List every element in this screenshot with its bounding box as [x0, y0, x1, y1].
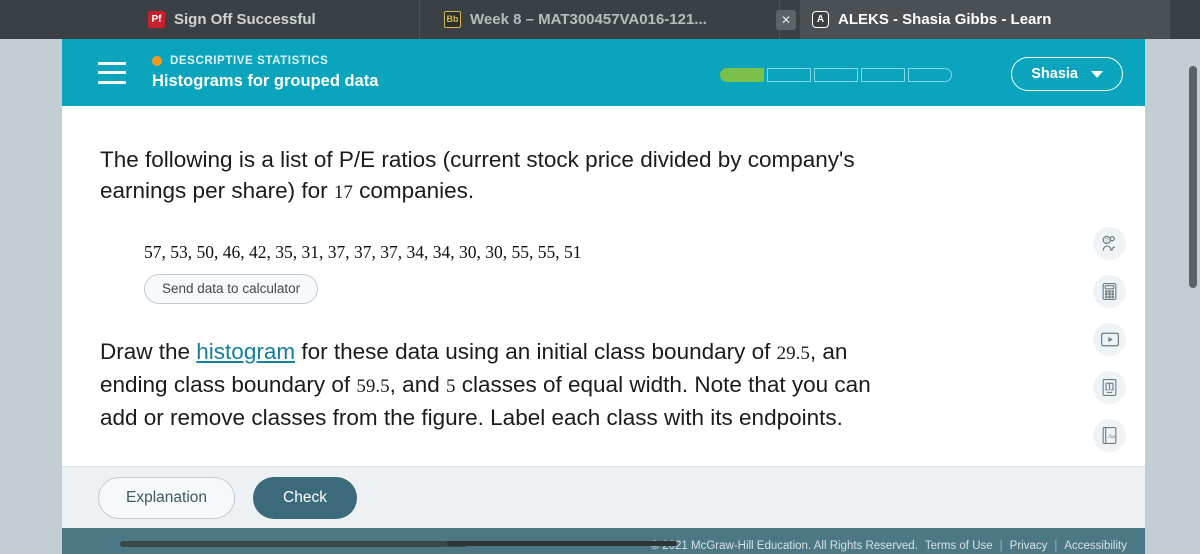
- aleks-app-window: DESCRIPTIVE STATISTICS Histograms for gr…: [62, 39, 1145, 537]
- topic-dot-icon: [152, 55, 162, 66]
- tool-rail: ? Aa: [1093, 227, 1126, 452]
- blackboard-icon: Bb: [444, 11, 461, 28]
- user-menu-button[interactable]: Shasia: [1011, 57, 1123, 91]
- calculator-icon[interactable]: [1093, 275, 1126, 308]
- question-paragraph-2: Draw the histogram for these data using …: [100, 336, 910, 433]
- question-paragraph-1: The following is a list of P/E ratios (c…: [100, 144, 910, 208]
- send-data-to-calculator-button[interactable]: Send data to calculator: [144, 274, 319, 304]
- horizontal-scrollbar-secondary[interactable]: [447, 541, 677, 546]
- svg-text:Aa: Aa: [1108, 434, 1115, 440]
- footer-separator-1: |: [999, 540, 1003, 552]
- browser-tab-1[interactable]: Pf Sign Off Successful: [0, 0, 420, 39]
- footer-link-terms[interactable]: Terms of Use: [925, 540, 993, 552]
- browser-tab-2-title: Week 8 – MAT300457VA016-121...: [470, 11, 707, 28]
- question-paragraph-2-text-b: for these data using an initial class bo…: [295, 339, 777, 364]
- glossary-icon[interactable]: Aa: [1093, 419, 1126, 452]
- progress-segment-4: [861, 68, 905, 82]
- progress-segment-2: [767, 68, 811, 82]
- question-paragraph-2-text-a: Draw the: [100, 339, 197, 364]
- progress-segment-5: [908, 68, 952, 82]
- initial-class-boundary: 29.5: [776, 343, 810, 364]
- ending-class-boundary: 59.5: [356, 376, 390, 397]
- browser-tab-3[interactable]: A ALEKS - Shasia Gibbs - Learn: [800, 0, 1170, 39]
- hamburger-icon[interactable]: [98, 61, 126, 84]
- footer-link-accessibility[interactable]: Accessibility: [1064, 540, 1127, 552]
- app-header: DESCRIPTIVE STATISTICS Histograms for gr…: [62, 39, 1145, 106]
- page-title: Histograms for grouped data: [152, 71, 379, 90]
- progress-bar: [720, 68, 952, 82]
- reference-book-icon[interactable]: [1093, 371, 1126, 404]
- histogram-link[interactable]: histogram: [196, 339, 295, 364]
- browser-tab-3-title: ALEKS - Shasia Gibbs - Learn: [838, 11, 1052, 28]
- company-count: 17: [333, 182, 353, 203]
- data-values-list: 57, 53, 50, 46, 42, 35, 31, 37, 37, 37, …: [144, 242, 582, 262]
- question-paragraph-1-text-b: companies.: [352, 178, 475, 203]
- question-area: The following is a list of P/E ratios (c…: [62, 106, 1145, 510]
- browser-tab-strip: Pf Sign Off Successful Bb Week 8 – MAT30…: [0, 0, 1200, 39]
- action-bar: Explanation Check: [62, 466, 1145, 528]
- app-footer-strip: [62, 528, 1145, 537]
- aleks-icon: A: [812, 11, 829, 28]
- page-scrollbar[interactable]: [1189, 66, 1197, 288]
- browser-tab-1-title: Sign Off Successful: [174, 11, 316, 28]
- horizontal-scrollbar[interactable]: [120, 541, 468, 547]
- footer-copyright: © 2021 McGraw-Hill Education. All Rights…: [650, 540, 918, 552]
- check-button[interactable]: Check: [253, 476, 357, 519]
- svg-text:?: ?: [1105, 238, 1108, 244]
- footer-link-privacy[interactable]: Privacy: [1010, 540, 1048, 552]
- ask-tutor-icon[interactable]: ?: [1093, 227, 1126, 260]
- topic-eyebrow: DESCRIPTIVE STATISTICS: [152, 55, 378, 67]
- topic-label: DESCRIPTIVE STATISTICS: [170, 54, 329, 67]
- progress-segment-1: [720, 68, 764, 82]
- pf-icon: Pf: [148, 11, 165, 28]
- question-body: The following is a list of P/E ratios (c…: [62, 144, 1145, 510]
- browser-tab-2-close-icon[interactable]: ✕: [776, 9, 796, 30]
- footer-legal: © 2021 McGraw-Hill Education. All Rights…: [651, 540, 1127, 552]
- question-paragraph-2-text-d: , and: [389, 372, 446, 397]
- browser-tab-2[interactable]: Bb Week 8 – MAT300457VA016-121...: [420, 0, 780, 39]
- header-titles: DESCRIPTIVE STATISTICS Histograms for gr…: [152, 55, 378, 91]
- footer-separator-2: |: [1054, 540, 1058, 552]
- chevron-down-icon: [1091, 70, 1103, 78]
- progress-segment-3: [814, 68, 858, 82]
- tabstrip-spacer: [1170, 0, 1200, 39]
- user-name-label: Shasia: [1031, 66, 1078, 82]
- explanation-button[interactable]: Explanation: [98, 476, 236, 519]
- video-icon[interactable]: [1093, 323, 1126, 356]
- question-paragraph-1-text-a: The following is a list of P/E ratios (c…: [100, 147, 855, 203]
